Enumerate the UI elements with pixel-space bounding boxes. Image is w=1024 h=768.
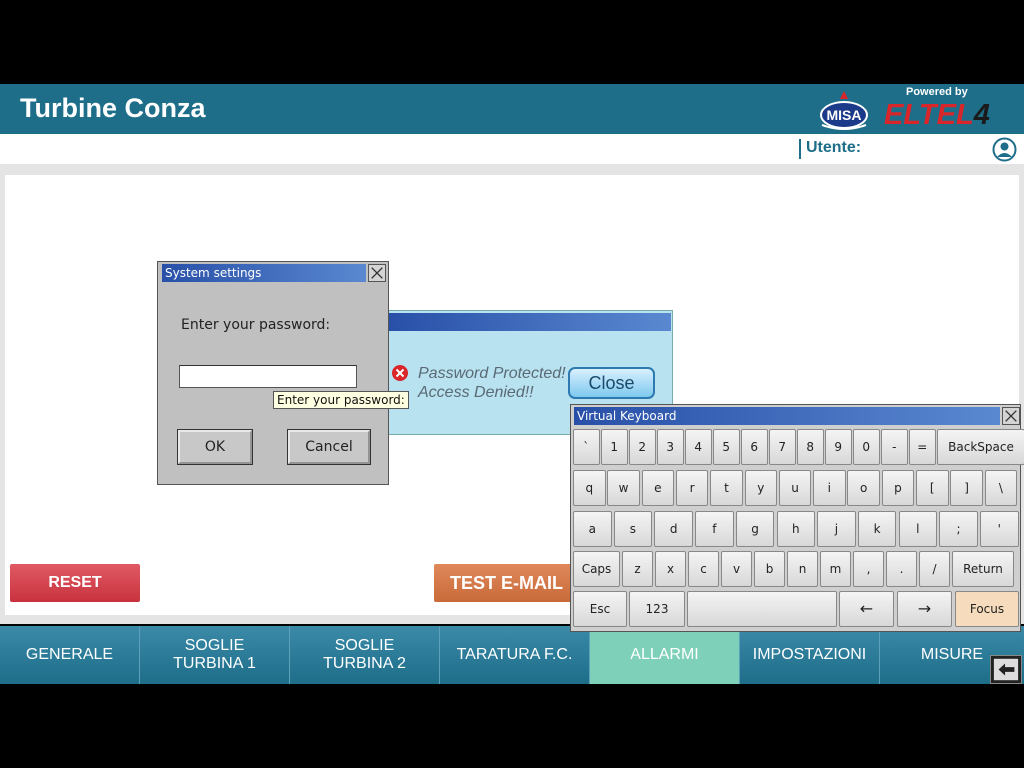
key-r2-3[interactable]: f (695, 511, 734, 547)
key-r0-5[interactable]: 5 (713, 429, 740, 465)
key-r1-10[interactable]: [ (916, 470, 949, 506)
cancel-button[interactable]: Cancel (287, 429, 371, 465)
misa-logo-text: MISA (827, 107, 862, 123)
key-r2-6[interactable]: j (817, 511, 856, 547)
key-r1-11[interactable]: ] (950, 470, 983, 506)
nav-generale[interactable]: GENERALE (0, 626, 140, 684)
key-numeric-toggle[interactable]: 123 (629, 591, 685, 627)
nav-impostazioni[interactable]: IMPOSTAZIONI (740, 626, 880, 684)
key-focus[interactable]: Focus (955, 591, 1019, 627)
key-r1-3[interactable]: r (675, 470, 709, 506)
key-r3-6[interactable]: n (787, 551, 818, 587)
key-r2-0[interactable]: a (573, 511, 612, 547)
key-r3-9[interactable]: . (886, 551, 917, 587)
key-left-arrow[interactable]: ← (839, 591, 894, 627)
key-r1-5[interactable]: y (744, 470, 777, 506)
key-r1-8[interactable]: o (847, 470, 880, 506)
key-r3-5[interactable]: b (754, 551, 785, 587)
key-r1-2[interactable]: e (641, 470, 675, 506)
key-r0-0[interactable]: ` (573, 429, 600, 465)
key-r0-4[interactable]: 4 (685, 429, 712, 465)
nav-allarmi[interactable]: ALLARMI (590, 626, 740, 684)
denied-message-line2: Access Denied!! (418, 384, 534, 401)
key-r0-10[interactable]: 0 (853, 429, 880, 465)
key-r3-1[interactable]: z (622, 551, 653, 587)
dialog-titlebar (389, 313, 671, 331)
key-space[interactable] (687, 591, 837, 627)
key-r2-8[interactable]: l (898, 511, 938, 547)
close-button[interactable]: Close (568, 367, 655, 399)
key-r2-5[interactable]: h (776, 511, 815, 547)
dialog-title: System settings (162, 264, 366, 282)
error-icon (392, 365, 408, 381)
close-icon[interactable] (1002, 407, 1020, 425)
eltel-logo-text: ELTEL (884, 99, 974, 131)
test-email-button[interactable]: TEST E-MAIL (434, 564, 584, 602)
user-icon[interactable] (992, 137, 1017, 162)
key-escape[interactable]: Esc (573, 591, 627, 627)
key-r0-1[interactable]: 1 (601, 429, 628, 465)
key-r1-12[interactable]: \ (984, 470, 1018, 506)
divider (799, 139, 801, 159)
key-r2-10[interactable]: ' (980, 511, 1019, 547)
key-r0-11[interactable]: - (881, 429, 908, 465)
nav-taratura-fc[interactable]: TARATURA F.C. (440, 626, 590, 684)
key-backspace[interactable]: BackSpace (937, 429, 1024, 465)
key-r0-8[interactable]: 8 (797, 429, 824, 465)
key-r1-6[interactable]: u (778, 470, 812, 506)
key-right-arrow[interactable]: → (897, 591, 952, 627)
nav-soglie-turbina-1[interactable]: SOGLIE TURBINA 1 (140, 626, 290, 684)
powered-by-label: Powered by (906, 86, 968, 98)
user-label: Utente: (806, 139, 862, 156)
key-return[interactable]: Return (952, 551, 1014, 587)
key-r2-4[interactable]: g (735, 511, 775, 547)
key-r0-12[interactable]: = (909, 429, 936, 465)
key-r0-6[interactable]: 6 (741, 429, 768, 465)
key-r2-7[interactable]: k (857, 511, 897, 547)
password-input[interactable] (179, 365, 357, 388)
reset-button[interactable]: RESET (10, 564, 140, 602)
key-r0-2[interactable]: 2 (629, 429, 656, 465)
key-r3-10[interactable]: / (919, 551, 950, 587)
key-r1-4[interactable]: t (710, 470, 743, 506)
key-r1-9[interactable]: p (881, 470, 915, 506)
bottom-nav: GENERALE SOGLIE TURBINA 1 SOGLIE TURBINA 2… (0, 626, 1024, 684)
eltel-logo: ELTEL4 (884, 99, 990, 132)
back-arrow-icon[interactable] (990, 655, 1022, 684)
denied-message-line1: Password Protected! (418, 365, 566, 382)
screen: Turbine Conza MISA Powered by ELTEL4 Ute… (0, 0, 1024, 768)
eltel-logo-number: 4 (973, 99, 990, 131)
key-r2-9[interactable]: ; (939, 511, 978, 547)
key-r0-7[interactable]: 7 (769, 429, 796, 465)
key-r1-1[interactable]: w (607, 470, 640, 506)
system-settings-dialog: System settings Enter your password: OK … (157, 261, 389, 485)
user-bar: Utente: (0, 134, 1024, 164)
key-r3-4[interactable]: v (721, 551, 752, 587)
close-icon[interactable] (368, 264, 386, 282)
virtual-keyboard: Virtual Keyboard ` 1 2 3 4 5 6 7 8 9 0- = BackSpace q… (570, 404, 1024, 632)
key-r3-2[interactable]: x (655, 551, 686, 587)
key-r2-1[interactable]: s (613, 511, 653, 547)
nav-soglie-turbina-2[interactable]: SOGLIE TURBINA 2 (290, 626, 440, 684)
password-prompt: Enter your password: (181, 317, 331, 333)
key-r1-0[interactable]: q (573, 470, 606, 506)
page-title: Turbine Conza (20, 93, 206, 123)
ok-button[interactable]: OK (177, 429, 253, 465)
password-tooltip: Enter your password: (273, 391, 409, 409)
key-r1-7[interactable]: i (813, 470, 846, 506)
key-r2-2[interactable]: d (654, 511, 693, 547)
key-caps-lock[interactable]: Caps (573, 551, 620, 587)
misa-logo: MISA (820, 91, 868, 130)
key-r3-7[interactable]: m (820, 551, 851, 587)
key-r3-3[interactable]: c (688, 551, 719, 587)
app-header: Turbine Conza MISA Powered by ELTEL4 (0, 84, 1024, 134)
key-r0-3[interactable]: 3 (657, 429, 684, 465)
key-r0-9[interactable]: 9 (825, 429, 852, 465)
key-r3-8[interactable]: , (853, 551, 884, 587)
keyboard-title: Virtual Keyboard (574, 407, 1000, 425)
